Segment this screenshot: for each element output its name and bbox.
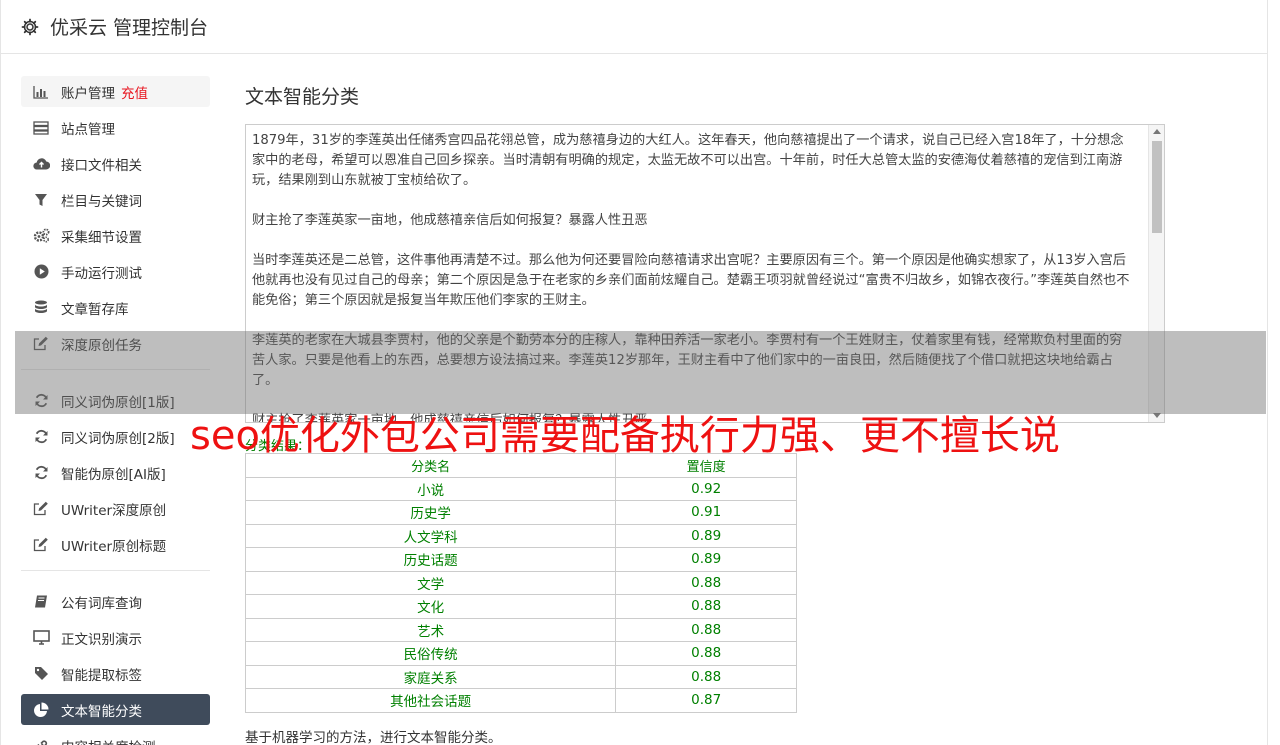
category-cell: 其他社会话题 <box>244 688 617 713</box>
confidence-cell: 0.91 <box>615 500 797 525</box>
filter-icon <box>32 191 50 209</box>
description-text: 基于机器学习的方法，进行文本智能分类。 <box>245 730 502 745</box>
sidebar-item-label: 内容相关度检测 <box>61 736 156 745</box>
monitor-icon <box>32 629 50 647</box>
refresh-icon <box>32 464 50 482</box>
sidebar-item[interactable]: 文章暂存库 <box>21 292 210 323</box>
sidebar-item-label: UWriter深度原创 <box>61 502 167 519</box>
sidebar-item-label: 采集细节设置 <box>61 229 142 246</box>
sidebar-item-label: 账户管理 <box>61 85 115 102</box>
sidebar-item[interactable]: 站点管理 <box>21 112 210 143</box>
sidebar-divider <box>21 570 210 571</box>
confidence-cell: 0.88 <box>615 594 797 619</box>
table-row: 民俗传统 0.88 <box>244 641 797 666</box>
article-paragraph: 财主抢了李莲英家一亩地，他成慈禧亲信后如何报复？暴露人性丑恶 <box>252 213 648 228</box>
main-content: 文本智能分类 1879年，31岁的李莲英出任储秀宫四品花翎总管，成为慈禧身边的大… <box>244 84 1165 745</box>
table-row: 家庭关系 0.88 <box>244 664 797 689</box>
sidebar-item[interactable]: 栏目与关键词 <box>21 184 210 215</box>
table-row: 艺术 0.88 <box>244 617 797 642</box>
sidebar-item[interactable]: 接口文件相关 <box>21 148 210 179</box>
confidence-cell: 0.88 <box>615 570 797 595</box>
category-cell: 小说 <box>244 476 617 501</box>
confidence-cell: 0.87 <box>615 688 797 713</box>
sidebar-item-label: 文本智能分类 <box>61 703 142 720</box>
category-cell: 家庭关系 <box>244 664 617 689</box>
confidence-cell: 0.88 <box>615 664 797 689</box>
link-icon <box>32 737 50 745</box>
table-row: 文化 0.88 <box>244 594 797 619</box>
overlay-banner-text: seo优化外包公司需要配备执行力强、更不擅长说 <box>190 413 1060 459</box>
result-table: 分类名 置信度 小说 0.92 历史学 0.91 人文学科 0.89 历史话题 0.89 文学 0… <box>244 453 797 713</box>
category-cell: 文化 <box>244 594 617 619</box>
article-paragraph: 1879年，31岁的李莲英出任储秀宫四品花翎总管，成为慈禧身边的大红人。这年春天… <box>252 133 1124 188</box>
confidence-cell: 0.88 <box>615 641 797 666</box>
category-cell: 历史话题 <box>244 547 617 572</box>
table-row: 小说 0.92 <box>244 476 797 501</box>
bar-chart-icon <box>32 83 50 101</box>
server-icon <box>32 119 50 137</box>
table-row: 历史话题 0.89 <box>244 547 797 572</box>
top-header: 优采云 管理控制台 <box>0 0 1268 54</box>
edit-icon <box>32 536 50 554</box>
article-paragraph: 当时李莲英还是二总管，这件事他再清楚不过。那么他为何还要冒险向慈禧请求出宫呢？主… <box>252 253 1130 308</box>
cogs-icon <box>32 227 50 245</box>
sidebar-item-label: 同义词伪原创[2版] <box>61 430 175 447</box>
sidebar-item-label: UWriter原创标题 <box>61 538 167 555</box>
sidebar-item-label: 文章暂存库 <box>61 301 129 318</box>
refresh-icon <box>32 428 50 446</box>
edit-icon <box>32 500 50 518</box>
database-icon <box>32 299 50 317</box>
table-row: 文学 0.88 <box>244 570 797 595</box>
sidebar-item[interactable]: 智能提取标签 <box>21 658 210 689</box>
confidence-cell: 0.89 <box>615 547 797 572</box>
sidebar-item[interactable]: 手动运行测试 <box>21 256 210 287</box>
sidebar-item[interactable]: 同义词伪原创[2版] <box>21 421 210 452</box>
sidebar-item[interactable]: 智能伪原创[AI版] <box>21 457 210 488</box>
sidebar-item[interactable]: 采集细节设置 <box>21 220 210 251</box>
sidebar-item-label: 手动运行测试 <box>61 265 142 282</box>
gray-overlay-band <box>15 331 1266 414</box>
sidebar-item-label: 公有词库查询 <box>61 595 142 612</box>
app-title: 优采云 管理控制台 <box>50 17 209 39</box>
sidebar-item[interactable]: 文本智能分类 <box>21 694 210 725</box>
sidebar-item[interactable]: UWriter深度原创 <box>21 493 210 524</box>
table-row: 历史学 0.91 <box>244 500 797 525</box>
page-title: 文本智能分类 <box>245 86 360 108</box>
confidence-cell: 0.88 <box>615 617 797 642</box>
gear-icon <box>20 17 40 37</box>
sidebar-item[interactable]: UWriter原创标题 <box>21 529 210 560</box>
confidence-cell: 0.89 <box>615 523 797 548</box>
scroll-thumb[interactable] <box>1152 141 1162 233</box>
table-row: 人文学科 0.89 <box>244 523 797 548</box>
scroll-up-icon[interactable] <box>1153 129 1161 134</box>
sidebar-item[interactable]: 正文识别演示 <box>21 622 210 653</box>
category-cell: 人文学科 <box>244 523 617 548</box>
tag-icon <box>32 665 50 683</box>
sidebar-item-label: 栏目与关键词 <box>61 193 142 210</box>
table-row: 其他社会话题 0.87 <box>244 688 797 713</box>
sidebar-item[interactable]: 公有词库查询 <box>21 586 210 617</box>
play-icon <box>32 263 50 281</box>
sidebar-item[interactable]: 内容相关度检测 <box>21 730 210 745</box>
category-cell: 民俗传统 <box>244 641 617 666</box>
sidebar-item-label: 接口文件相关 <box>61 157 142 174</box>
sidebar-item-label: 站点管理 <box>61 121 115 138</box>
category-cell: 历史学 <box>244 500 617 525</box>
sidebar-item[interactable]: 账户管理 充值 <box>21 76 210 107</box>
book-icon <box>32 593 50 611</box>
cloud-upload-icon <box>32 155 50 173</box>
sidebar-item-label: 智能伪原创[AI版] <box>61 466 166 483</box>
category-cell: 艺术 <box>244 617 617 642</box>
pie-chart-icon <box>32 701 50 719</box>
recharge-link[interactable]: 充值 <box>121 82 148 102</box>
confidence-cell: 0.92 <box>615 476 797 501</box>
sidebar-item-label: 智能提取标签 <box>61 667 142 684</box>
sidebar-item-label: 正文识别演示 <box>61 631 142 648</box>
category-cell: 文学 <box>244 570 617 595</box>
